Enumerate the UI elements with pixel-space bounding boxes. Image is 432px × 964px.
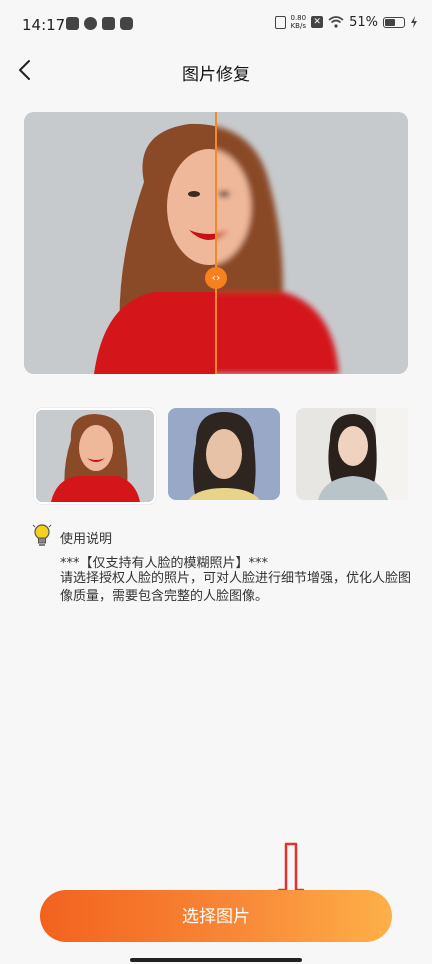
sample-thumbnail-2[interactable] [168, 408, 280, 500]
compare-divider-line[interactable] [215, 112, 217, 374]
notification-app-icon [120, 17, 133, 30]
compare-preview-image[interactable]: ‹› [24, 112, 408, 374]
tiktok-icon [102, 17, 115, 30]
lightbulb-icon [32, 524, 52, 546]
battery-icon [383, 16, 405, 28]
instructions-heading: 使用说明 [60, 532, 113, 547]
left-right-arrows-icon[interactable]: ‹› [205, 267, 227, 289]
thumbnail-image [296, 408, 408, 500]
thumbnail-image [36, 410, 154, 502]
network-speed-value: 0.80 [290, 14, 307, 22]
navigation-bar: 图片修复 [0, 48, 432, 96]
thumbnail-image [168, 408, 280, 500]
sample-thumbnail-1[interactable] [34, 408, 156, 504]
sample-thumbnails [0, 408, 432, 504]
network-speed: 0.80 KB/s [291, 14, 307, 30]
status-time: 14:17 [22, 16, 66, 34]
network-speed-unit: KB/s [290, 22, 306, 30]
page-title: 图片修复 [182, 65, 250, 85]
notification-icons [66, 17, 133, 30]
status-right: 0.80 KB/s ✕ 51% [274, 14, 419, 30]
wifi-icon [328, 16, 344, 28]
sample-thumbnail-3[interactable] [296, 408, 408, 500]
instructions-body: 请选择授权人脸的照片，可对人脸进行细节增强，优化人脸图像质量，需要包含完整的人脸… [60, 571, 412, 604]
notification-app-icon [84, 17, 97, 30]
no-sim-icon: ✕ [311, 16, 324, 28]
select-image-button[interactable]: 选择图片 [40, 890, 392, 942]
status-bar: 14:17 0.80 KB/s ✕ 51% [0, 0, 432, 48]
vibrate-icon [274, 15, 286, 29]
charging-icon [411, 16, 417, 28]
home-indicator[interactable] [130, 958, 302, 962]
instructions-note: ***【仅支持有人脸的模糊照片】*** [60, 556, 269, 571]
battery-percent: 51% [349, 14, 378, 30]
notification-app-icon [66, 17, 79, 30]
